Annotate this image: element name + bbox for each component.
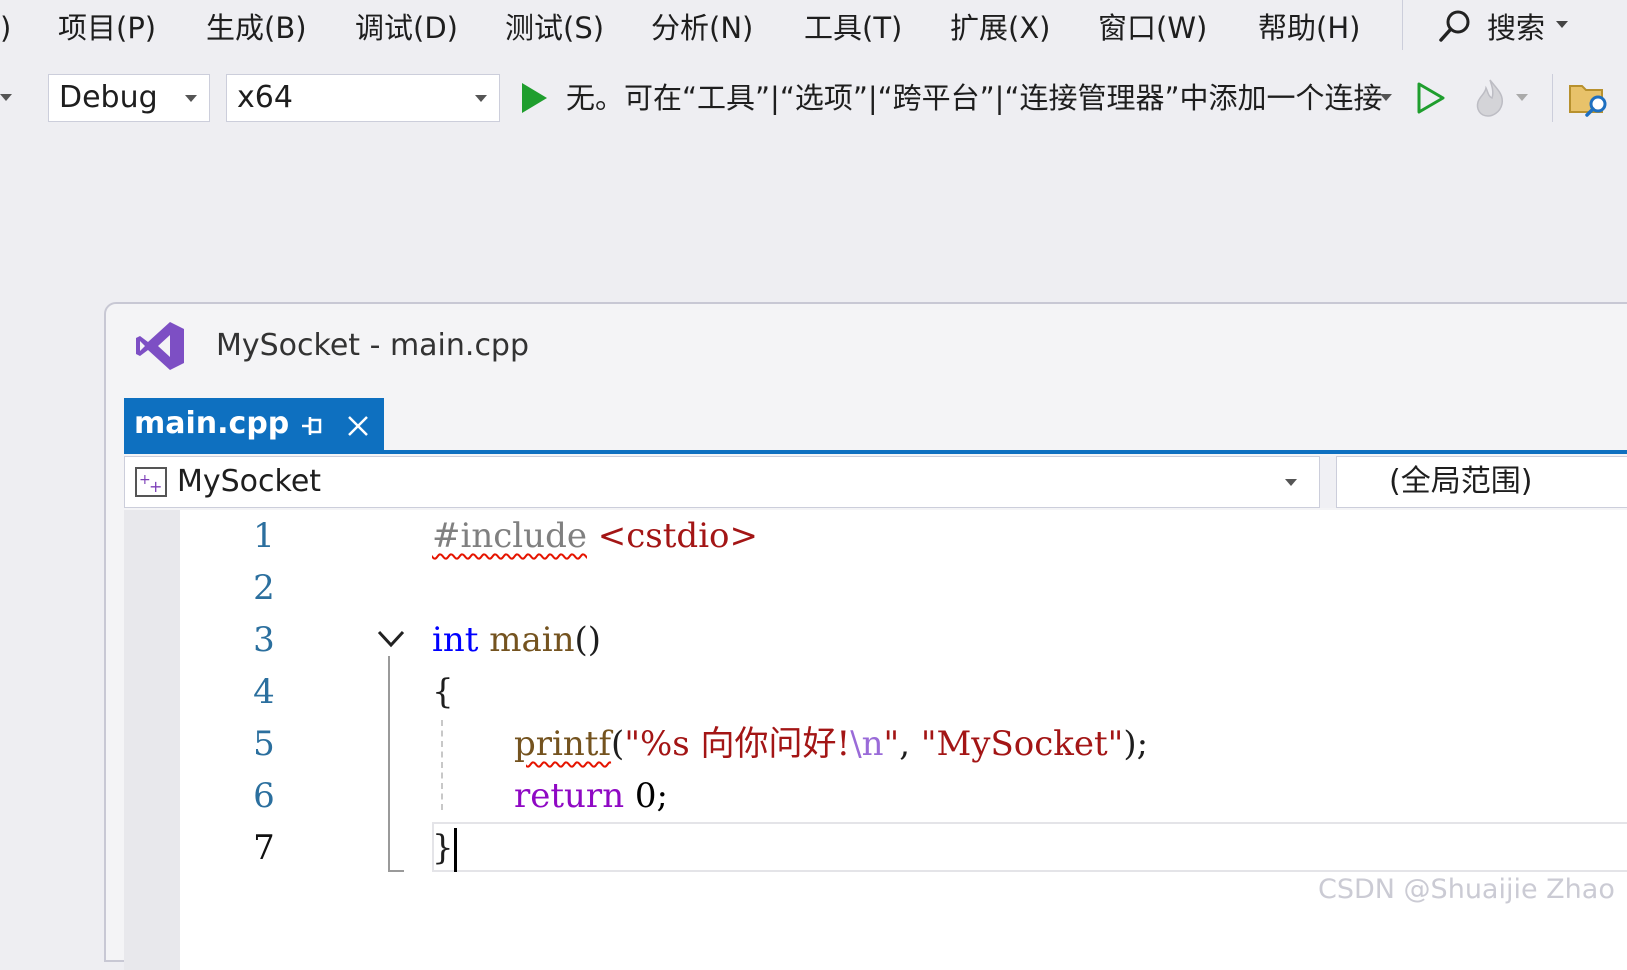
menu-item-window[interactable]: 窗口(W) bbox=[1098, 8, 1207, 48]
indent-guide bbox=[441, 720, 443, 810]
menu-item-help[interactable]: 帮助(H) bbox=[1258, 8, 1360, 48]
project-dropdown[interactable]: + + MySocket bbox=[124, 456, 1320, 508]
cpp-project-icon: + + bbox=[135, 467, 167, 497]
menu-item-partial[interactable]: ) bbox=[0, 8, 11, 48]
comma: , bbox=[899, 724, 921, 764]
menu-item-debug[interactable]: 调试(D) bbox=[355, 8, 458, 48]
code-line-2: 2 bbox=[124, 562, 1627, 614]
include-header: <cstdio> bbox=[597, 516, 759, 556]
line-number: 4 bbox=[253, 672, 275, 712]
code-line-7: 7 } bbox=[124, 822, 1627, 874]
menu-item-test[interactable]: 测试(S) bbox=[505, 8, 604, 48]
menu-bar: ) 项目(P) 生成(B) 调试(D) 测试(S) 分析(N) 工具(T) 扩展… bbox=[0, 0, 1627, 56]
menu-item-extensions[interactable]: 扩展(X) bbox=[950, 8, 1051, 48]
code-line-3: 3 int main() bbox=[124, 614, 1627, 666]
parameter-list: () bbox=[574, 620, 602, 660]
line-number: 2 bbox=[253, 568, 275, 608]
chevron-down-icon bbox=[475, 95, 487, 102]
menu-item-tools[interactable]: 工具(T) bbox=[804, 8, 902, 48]
pin-icon[interactable] bbox=[300, 416, 324, 436]
code-line-5: 5 printf("%s 向你问好!\n", "MySocket"); bbox=[124, 718, 1627, 770]
format-string: "%s 向你问好! bbox=[624, 724, 851, 764]
find-in-files-icon[interactable] bbox=[1568, 78, 1610, 118]
visual-studio-logo-icon bbox=[136, 322, 184, 370]
start-target-dropdown-icon[interactable] bbox=[1380, 94, 1392, 101]
open-brace: { bbox=[432, 672, 454, 712]
outline-bracket bbox=[388, 656, 390, 872]
tab-label: main.cpp bbox=[134, 406, 290, 441]
project-name: MySocket bbox=[177, 464, 322, 499]
tab-strip-underline bbox=[124, 450, 1627, 454]
include-directive: #include bbox=[432, 516, 587, 556]
search-dropdown-icon[interactable] bbox=[1556, 21, 1568, 28]
outline-bracket-end bbox=[388, 870, 404, 872]
window-title: MySocket - main.cpp bbox=[216, 328, 530, 363]
argument-string: "MySocket" bbox=[920, 724, 1124, 764]
code-line-6: 6 return 0; bbox=[124, 770, 1627, 822]
text-caret bbox=[454, 828, 457, 872]
configuration-dropdown[interactable]: Debug bbox=[48, 74, 210, 122]
line-number: 5 bbox=[253, 724, 275, 764]
menu-item-project[interactable]: 项目(P) bbox=[58, 8, 156, 48]
close-icon[interactable] bbox=[346, 414, 370, 438]
format-string-end: " bbox=[883, 724, 900, 764]
code-line-4: 4 { bbox=[124, 666, 1627, 718]
return-type: int bbox=[432, 620, 479, 660]
tab-main-cpp[interactable]: main.cpp bbox=[124, 398, 384, 450]
line-number-current: 7 bbox=[253, 828, 275, 868]
search-label[interactable]: 搜索 bbox=[1487, 8, 1545, 48]
return-keyword: return bbox=[514, 776, 625, 816]
platform-value: x64 bbox=[237, 80, 293, 115]
navigation-bar: + + MySocket (全局范围) bbox=[124, 456, 1627, 508]
code-line-1: 1 #include <cstdio> bbox=[124, 510, 1627, 562]
menu-item-analyze[interactable]: 分析(N) bbox=[651, 8, 753, 48]
run-without-debugging-icon[interactable] bbox=[1416, 82, 1446, 114]
line-number: 3 bbox=[253, 620, 275, 660]
chevron-down-icon bbox=[1285, 479, 1297, 486]
printf-call: printf bbox=[514, 724, 612, 764]
menu-divider bbox=[1402, 0, 1403, 50]
function-name: main bbox=[489, 620, 575, 660]
hot-reload-dropdown-icon[interactable] bbox=[1516, 94, 1528, 101]
search-icon[interactable] bbox=[1437, 8, 1473, 44]
watermark: CSDN @Shuaijie Zhao bbox=[1318, 874, 1615, 905]
scope-dropdown[interactable]: (全局范围) bbox=[1336, 456, 1627, 508]
line-number: 6 bbox=[253, 776, 275, 816]
start-target-label[interactable]: 无。可在“工具”|“选项”|“跨平台”|“连接管理器”中添加一个连接 bbox=[566, 76, 1383, 120]
line-number: 1 bbox=[253, 516, 275, 556]
play-icon[interactable] bbox=[520, 82, 548, 114]
scope-label: (全局范围) bbox=[1389, 464, 1533, 499]
collapse-chevron-icon[interactable] bbox=[376, 628, 406, 650]
configuration-value: Debug bbox=[59, 80, 158, 115]
close-paren: ); bbox=[1123, 724, 1149, 764]
close-brace: } bbox=[432, 828, 454, 868]
toolbar-divider bbox=[1552, 74, 1553, 122]
platform-dropdown[interactable]: x64 bbox=[226, 74, 500, 122]
escape-sequence: \n bbox=[850, 724, 884, 764]
hot-reload-flame-icon[interactable] bbox=[1472, 78, 1508, 118]
chevron-down-icon bbox=[185, 95, 197, 102]
editor-window: MySocket - main.cpp main.cpp + + MySocke… bbox=[104, 302, 1627, 970]
toolbar-overflow-icon[interactable] bbox=[0, 94, 12, 101]
return-value: 0; bbox=[634, 776, 668, 816]
open-paren: ( bbox=[611, 724, 625, 764]
toolbar: Debug x64 无。可在“工具”|“选项”|“跨平台”|“连接管理器”中添加… bbox=[0, 66, 1627, 130]
svg-text:+: + bbox=[149, 477, 162, 496]
menu-item-build[interactable]: 生成(B) bbox=[206, 8, 307, 48]
